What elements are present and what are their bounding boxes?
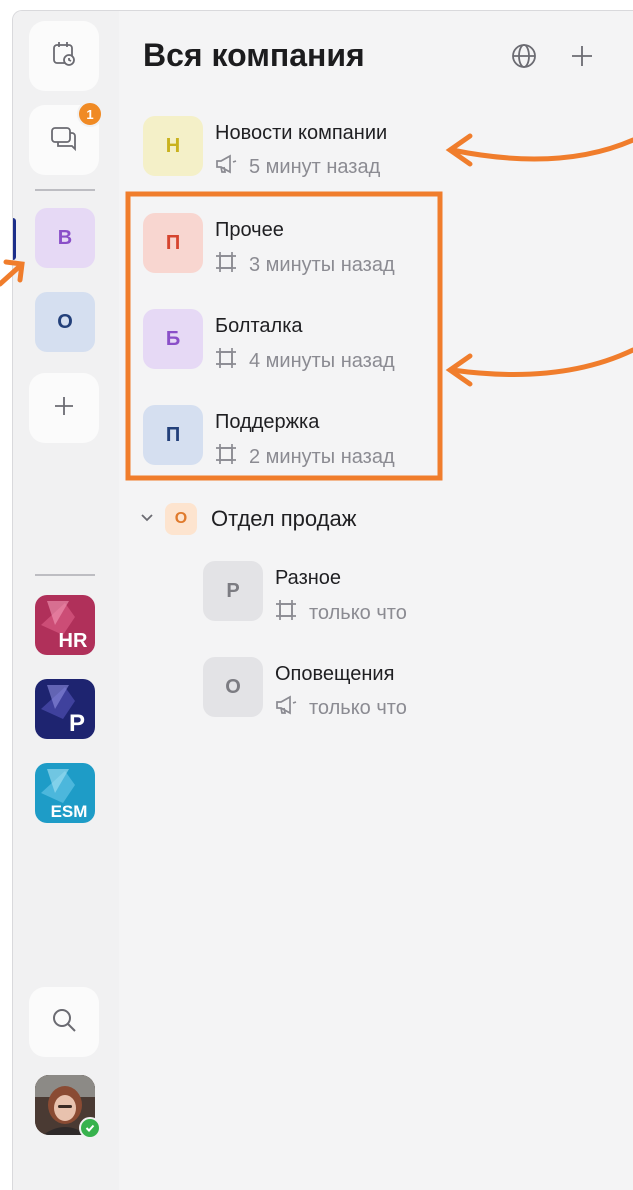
globe-button[interactable]: [507, 41, 541, 75]
hash-icon: [215, 251, 237, 279]
channel-avatar: О: [203, 657, 263, 717]
svg-text:P: P: [69, 710, 85, 737]
megaphone-icon: [215, 154, 237, 180]
workspace-rail: 1 В О HR P ESM: [13, 11, 119, 1190]
svg-text:HR: HR: [59, 630, 88, 652]
channel-item[interactable]: П Прочее 3 минуты назад: [143, 213, 443, 283]
channel-item[interactable]: Н Новости компании 5 минут назад: [143, 116, 443, 186]
channel-item[interactable]: Б Болталка 4 минуты назад: [143, 309, 443, 379]
channel-name: Новости компании: [215, 122, 388, 144]
chats-button[interactable]: 1: [29, 101, 103, 175]
hash-icon: [215, 443, 237, 471]
channel-name: Болталка: [215, 315, 303, 337]
group-name: Отдел продаж: [211, 506, 357, 531]
workspace-button[interactable]: В: [35, 208, 95, 268]
channel-name: Прочее: [215, 219, 284, 241]
online-status-icon: [79, 1117, 101, 1139]
chevron-down-icon: [139, 509, 155, 530]
channel-avatar: П: [143, 213, 203, 273]
add-workspace-button[interactable]: [29, 373, 99, 443]
app-window: 1 В О HR P ESM Вся компания Н Новости ко…: [12, 10, 633, 1190]
channel-item[interactable]: П Поддержка 2 минуты назад: [143, 405, 443, 475]
page-title: Вся компания: [143, 37, 365, 73]
channel-meta: только что: [275, 695, 407, 721]
channel-item[interactable]: О Оповещения только что: [203, 657, 503, 727]
channel-list-panel: Вся компания Н Новости компании 5 минут …: [119, 11, 633, 1190]
channel-group-header[interactable]: О Отдел продаж: [139, 503, 356, 535]
svg-text:ESM: ESM: [51, 802, 88, 821]
rail-divider: [35, 189, 95, 191]
group-avatar: О: [165, 503, 197, 535]
app-p[interactable]: P: [35, 679, 95, 739]
channel-meta: 5 минут назад: [215, 154, 380, 180]
chats-icon: [49, 124, 79, 157]
channel-avatar: Н: [143, 116, 203, 176]
globe-icon: [510, 42, 538, 75]
plus-icon: [570, 44, 594, 73]
hash-icon: [275, 599, 297, 627]
megaphone-icon: [275, 695, 297, 721]
search-button[interactable]: [29, 987, 99, 1057]
workspace-button[interactable]: О: [35, 292, 95, 352]
channel-avatar: Р: [203, 561, 263, 621]
channel-name: Разное: [275, 567, 342, 589]
channel-avatar: П: [143, 405, 203, 465]
plus-icon: [52, 394, 76, 423]
hash-icon: [215, 347, 237, 375]
channel-meta: 3 минуты назад: [215, 251, 395, 279]
channel-avatar: Б: [143, 309, 203, 369]
add-channel-button[interactable]: [565, 41, 599, 75]
channel-name: Поддержка: [215, 411, 320, 433]
app-hr[interactable]: HR: [35, 595, 95, 655]
active-workspace-indicator: [13, 218, 16, 260]
calendar-clock-icon: [50, 40, 78, 73]
channel-meta: 4 минуты назад: [215, 347, 395, 375]
app-esm[interactable]: ESM: [35, 763, 95, 823]
channel-meta: 2 минуты назад: [215, 443, 395, 471]
calendar-button[interactable]: [29, 21, 99, 91]
channel-item[interactable]: Р Разное только что: [203, 561, 503, 631]
channel-meta: только что: [275, 599, 407, 627]
rail-divider: [35, 574, 95, 576]
channel-name: Оповещения: [275, 663, 395, 685]
unread-badge: 1: [77, 101, 103, 127]
search-icon: [50, 1006, 78, 1039]
